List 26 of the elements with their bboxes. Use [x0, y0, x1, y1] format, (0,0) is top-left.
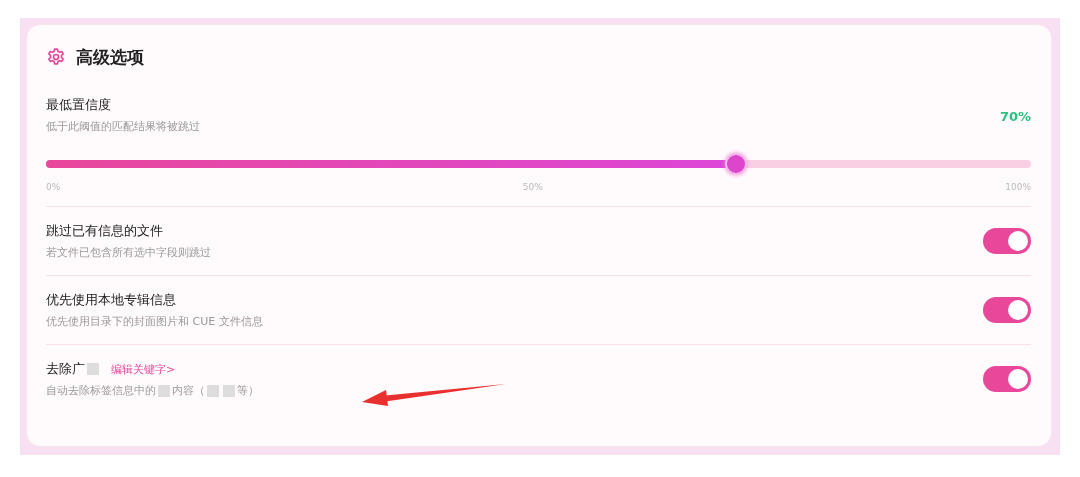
blurred-text	[207, 384, 219, 397]
setting-label: 跳过已有信息的文件	[46, 222, 163, 240]
setting-label: 优先使用本地专辑信息	[46, 291, 176, 309]
slider-thumb[interactable]	[724, 153, 747, 175]
blurred-text	[223, 384, 235, 397]
setting-description: 若文件已包含所有选中字段则跳过	[46, 245, 211, 260]
edit-keywords-link[interactable]: 编辑关键字>	[111, 361, 176, 377]
tick-label: 50%	[522, 182, 543, 192]
slider-value: 70%	[999, 108, 1031, 124]
setting-description: 自动去除标签信息中的	[46, 383, 156, 398]
panel-title: 高级选项	[76, 45, 144, 69]
toggle-switch[interactable]	[983, 297, 1031, 323]
setting-label: 最低置信度	[46, 96, 112, 114]
setting-description: 优先使用目录下的封面图片和 CUE 文件信息	[46, 314, 263, 329]
setting-label: 去除广	[46, 360, 85, 378]
settings-icon	[46, 47, 66, 67]
toggle-switch[interactable]	[983, 228, 1031, 254]
setting-description: 低于此阈值的匹配结果将被跳过	[46, 119, 200, 134]
setting-description: 内容（	[172, 383, 205, 398]
blurred-text	[87, 363, 99, 375]
tick-label: 0%	[46, 182, 61, 192]
toggle-switch[interactable]	[983, 366, 1031, 392]
tick-label: 100%	[1005, 182, 1031, 192]
confidence-slider[interactable]	[46, 153, 1031, 175]
blurred-text	[158, 384, 170, 397]
setting-description: 等）	[237, 383, 259, 398]
